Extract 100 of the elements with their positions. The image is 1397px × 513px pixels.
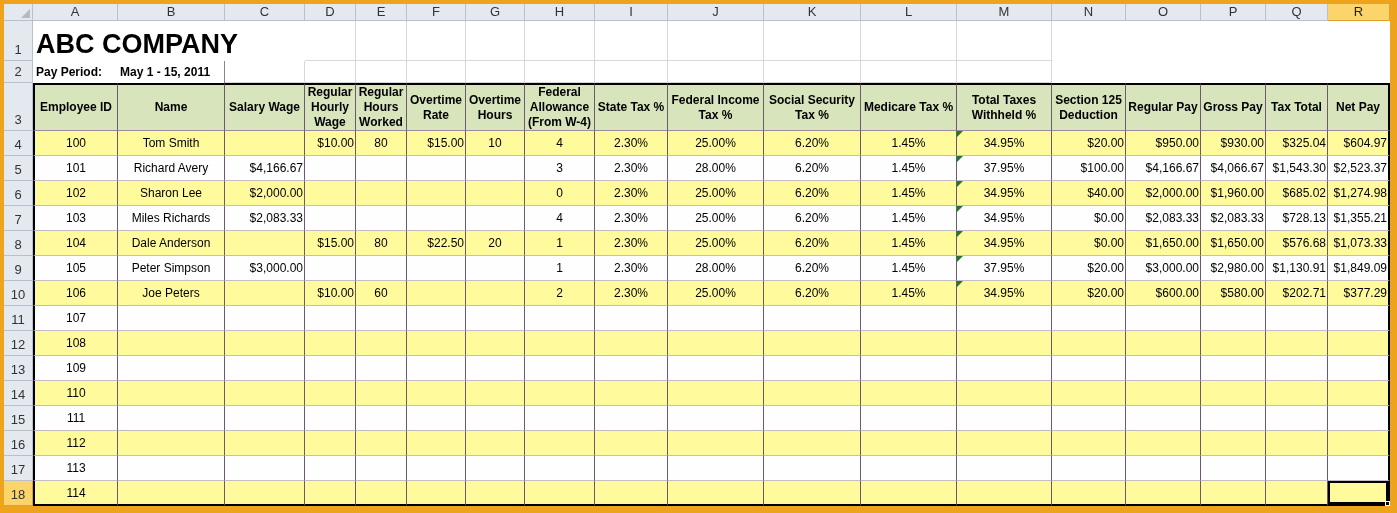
column-header[interactable]: K <box>764 4 861 21</box>
table-cell: $2,000.00 <box>225 181 305 206</box>
table-cell: $10.00 <box>305 131 356 156</box>
table-cell: 28.00% <box>668 156 764 181</box>
row-header[interactable]: 18 <box>4 481 33 506</box>
row-header[interactable]: 4 <box>4 131 33 156</box>
column-header[interactable]: F <box>407 4 466 21</box>
row-header[interactable]: 11 <box>4 306 33 331</box>
table-cell: 34.95% <box>957 231 1052 256</box>
column-header[interactable]: I <box>595 4 668 21</box>
table-cell: Dale Anderson <box>118 231 225 256</box>
table-cell: 2.30% <box>595 256 668 281</box>
row-header[interactable]: 12 <box>4 331 33 356</box>
column-header[interactable]: L <box>861 4 957 21</box>
row-header[interactable]: 8 <box>4 231 33 256</box>
column-header[interactable]: R <box>1328 4 1390 21</box>
table-cell: 1.45% <box>861 156 957 181</box>
table-cell: 25.00% <box>668 281 764 306</box>
table-cell: 102 <box>33 181 118 206</box>
table-cell: 112 <box>33 431 118 456</box>
table-cell: $580.00 <box>1201 281 1266 306</box>
row-header[interactable]: 1 <box>4 21 33 61</box>
column-header[interactable]: Q <box>1266 4 1328 21</box>
table-cell: 2.30% <box>595 281 668 306</box>
table-cell: $604.97 <box>1328 131 1390 156</box>
table-cell: 25.00% <box>668 231 764 256</box>
table-cell: 1 <box>525 256 595 281</box>
table-cell: $100.00 <box>1052 156 1126 181</box>
table-cell: $10.00 <box>305 281 356 306</box>
table-cell: $20.00 <box>1052 131 1126 156</box>
table-cell: 1.45% <box>861 256 957 281</box>
column-heading: Regular Pay <box>1126 83 1201 131</box>
column-header[interactable]: M <box>957 4 1052 21</box>
table-cell: 4 <box>525 131 595 156</box>
table-cell: $2,000.00 <box>1126 181 1201 206</box>
column-header[interactable]: H <box>525 4 595 21</box>
table-cell: 109 <box>33 356 118 381</box>
empty-cell <box>305 21 356 61</box>
table-cell: 1.45% <box>861 131 957 156</box>
table-cell: 1 <box>525 231 595 256</box>
table-cell: $1,130.91 <box>1266 256 1328 281</box>
table-cell: 10 <box>466 131 525 156</box>
table-cell: 80 <box>356 231 407 256</box>
table-cell: 6.20% <box>764 131 861 156</box>
row-header[interactable]: 6 <box>4 181 33 206</box>
table-cell: 108 <box>33 331 118 356</box>
column-heading: Regular Hourly Wage <box>305 83 356 131</box>
column-header[interactable]: G <box>466 4 525 21</box>
table-cell: Miles Richards <box>118 206 225 231</box>
table-cell: $1,274.98 <box>1328 181 1390 206</box>
row-header[interactable]: 17 <box>4 456 33 481</box>
table-cell: 6.20% <box>764 181 861 206</box>
row-header[interactable]: 3 <box>4 83 33 131</box>
column-heading: Federal Income Tax % <box>668 83 764 131</box>
table-cell: 2.30% <box>595 131 668 156</box>
table-cell: $15.00 <box>305 231 356 256</box>
table-cell: 34.95% <box>957 131 1052 156</box>
table-cell: 107 <box>33 306 118 331</box>
empty-cell <box>356 21 407 61</box>
row-header[interactable]: 7 <box>4 206 33 231</box>
table-cell: 104 <box>33 231 118 256</box>
column-header[interactable]: B <box>118 4 225 21</box>
table-cell: $40.00 <box>1052 181 1126 206</box>
column-header[interactable]: A <box>33 4 118 21</box>
column-header[interactable]: J <box>668 4 764 21</box>
row-header[interactable]: 16 <box>4 431 33 456</box>
column-heading: Medicare Tax % <box>861 83 957 131</box>
table-cell: 1.45% <box>861 231 957 256</box>
table-cell: $3,000.00 <box>225 256 305 281</box>
column-header[interactable]: P <box>1201 4 1266 21</box>
column-header[interactable]: O <box>1126 4 1201 21</box>
column-heading: Gross Pay <box>1201 83 1266 131</box>
table-cell: $930.00 <box>1201 131 1266 156</box>
column-header[interactable]: D <box>305 4 356 21</box>
column-heading: Social Security Tax % <box>764 83 861 131</box>
table-cell: 37.95% <box>957 156 1052 181</box>
row-header[interactable]: 5 <box>4 156 33 181</box>
fill-handle[interactable] <box>1385 501 1390 506</box>
row-header[interactable]: 14 <box>4 381 33 406</box>
table-cell: 37.95% <box>957 256 1052 281</box>
row-header[interactable]: 2 <box>4 61 33 83</box>
row-header[interactable]: 10 <box>4 281 33 306</box>
empty-cell <box>466 21 525 61</box>
table-cell: 2.30% <box>595 206 668 231</box>
column-heading: Overtime Rate <box>407 83 466 131</box>
table-cell: 113 <box>33 456 118 481</box>
row-header[interactable]: 9 <box>4 256 33 281</box>
column-header[interactable]: C <box>225 4 305 21</box>
table-cell: $4,066.67 <box>1201 156 1266 181</box>
row-header[interactable]: 13 <box>4 356 33 381</box>
row-header[interactable]: 15 <box>4 406 33 431</box>
table-cell: 103 <box>33 206 118 231</box>
column-heading: State Tax % <box>595 83 668 131</box>
table-cell: 20 <box>466 231 525 256</box>
column-header[interactable]: N <box>1052 4 1126 21</box>
table-cell: 100 <box>33 131 118 156</box>
column-header[interactable]: E <box>356 4 407 21</box>
table-cell: Joe Peters <box>118 281 225 306</box>
table-cell: 114 <box>33 481 118 506</box>
table-cell: $1,355.21 <box>1328 206 1390 231</box>
